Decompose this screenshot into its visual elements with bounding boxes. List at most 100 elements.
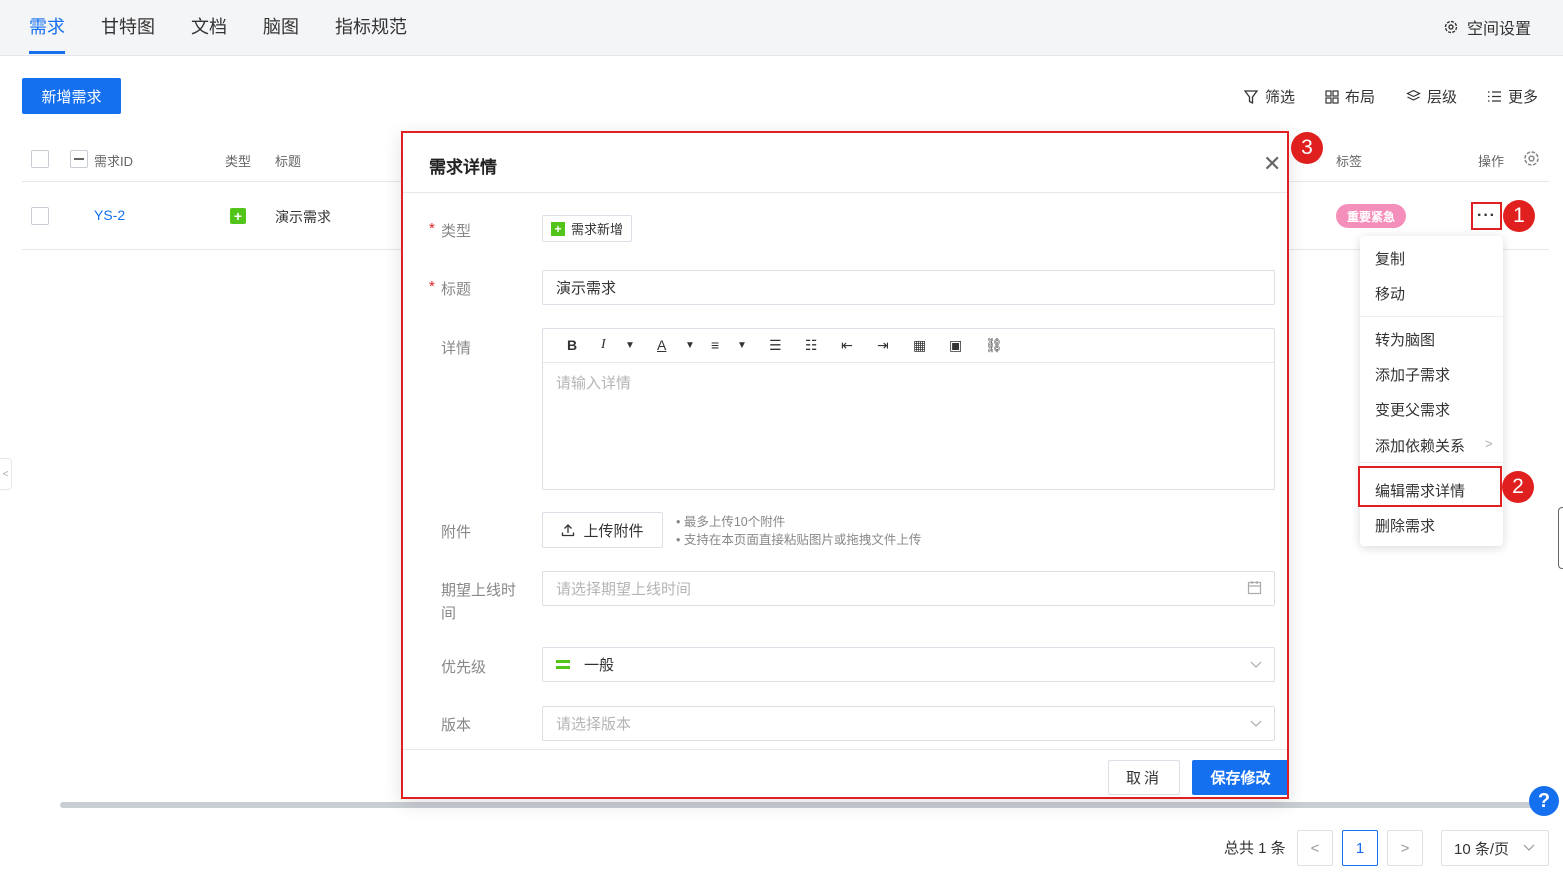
chevron-right-icon: >	[1485, 436, 1493, 451]
gear-icon	[1444, 20, 1458, 34]
priority-select[interactable]: 一般	[542, 647, 1275, 682]
type-value: 需求新增	[571, 222, 624, 237]
indent-icon[interactable]: ⇥	[877, 337, 889, 354]
expected-date-picker[interactable]: 请选择期望上线时间	[542, 571, 1275, 606]
tab-gantt[interactable]: 甘特图	[101, 13, 155, 39]
priority-label: 优先级	[441, 659, 487, 676]
upload-label: 上传附件	[583, 522, 644, 540]
chevron-down-icon	[1523, 844, 1535, 851]
align-icon[interactable]: ≡	[711, 337, 719, 353]
top-nav: 需求 甘特图 文档 脑图 指标规范 空间设置	[0, 0, 1563, 56]
version-label: 版本	[441, 717, 472, 734]
page-size-value: 10 条/页	[1454, 840, 1510, 858]
image-icon[interactable]: ▣	[949, 337, 962, 354]
row-more-dots-icon[interactable]: ···	[1471, 202, 1502, 230]
chevron-down-icon[interactable]: ▼	[625, 340, 635, 351]
italic-icon[interactable]: I	[601, 337, 606, 353]
row-checkbox[interactable]	[31, 207, 49, 225]
col-header-id: 需求ID	[94, 154, 134, 169]
table-icon[interactable]: ▦	[913, 337, 926, 354]
upload-hint-2: • 支持在本页面直接粘贴图片或拖拽文件上传	[676, 533, 922, 547]
save-button[interactable]: 保存修改	[1192, 760, 1287, 795]
menu-divider	[1360, 316, 1503, 317]
menu-item-change-parent[interactable]: 变更父需求	[1375, 399, 1450, 420]
chevron-down-icon[interactable]: ▼	[737, 340, 747, 351]
annotation-highlight-edit	[1358, 466, 1502, 507]
column-settings-gear-icon[interactable]	[1522, 149, 1541, 168]
font-color-icon[interactable]: A	[657, 337, 666, 353]
select-all-checkbox[interactable]	[31, 150, 49, 168]
page-number-button[interactable]: 1	[1342, 830, 1378, 866]
filter-button[interactable]: 筛选	[1243, 86, 1295, 107]
title-label: * 标题	[429, 278, 472, 298]
next-page-chevron-icon[interactable]: >	[1387, 830, 1423, 866]
modal-header-divider	[403, 192, 1287, 193]
type-select[interactable]: + 需求新增	[542, 215, 633, 242]
requirement-type-icon: +	[230, 208, 246, 224]
annotation-badge-3: 3	[1291, 132, 1323, 164]
page-size-select[interactable]: 10 条/页	[1441, 830, 1549, 866]
menu-divider	[1360, 462, 1503, 463]
tab-requirements[interactable]: 需求	[29, 13, 65, 39]
prev-page-chevron-icon[interactable]: <	[1297, 830, 1333, 866]
tab-mindmap[interactable]: 脑图	[263, 13, 299, 39]
pagination-total: 总共 1 条	[1224, 840, 1286, 857]
col-header-tags: 标签	[1336, 154, 1363, 169]
grid-icon	[1325, 89, 1339, 104]
menu-item-add-dependency[interactable]: 添加依赖关系	[1375, 435, 1465, 456]
bullet-list-icon[interactable]: ☰	[769, 337, 782, 354]
editor-toolbar: B I ▼ A ▼ ≡ ▼ ☰ ☷ ⇤ ⇥ ▦ ▣ ⛓	[543, 329, 1274, 363]
chevron-down-icon[interactable]: ▼	[685, 340, 695, 351]
menu-item-copy[interactable]: 复制	[1375, 248, 1405, 269]
requirement-detail-modal: 需求详情 ✕ * 类型 + 需求新增 * 标题 演示需求 详情 B I ▼ A ▼ …	[401, 131, 1289, 799]
list-icon	[1488, 91, 1501, 102]
date-label: 期望上线时间	[441, 582, 517, 622]
col-header-title: 标题	[275, 154, 302, 169]
modal-title: 需求详情	[429, 158, 497, 177]
requirement-title[interactable]: 演示需求	[275, 207, 331, 227]
close-icon[interactable]: ✕	[1263, 151, 1281, 177]
detail-placeholder: 请输入详情	[556, 375, 632, 392]
filter-label: 筛选	[1265, 89, 1296, 106]
upload-attachment-button[interactable]: 上传附件	[542, 512, 663, 548]
more-label: 更多	[1508, 89, 1539, 106]
horizontal-scrollbar[interactable]	[60, 802, 1536, 808]
cancel-button[interactable]: 取消	[1108, 760, 1180, 795]
annotation-badge-1: 1	[1503, 200, 1535, 232]
sidebar-expand-chevron-icon[interactable]: <	[0, 458, 12, 490]
tag-badge: 重要紧急	[1336, 204, 1406, 228]
menu-item-delete[interactable]: 删除需求	[1375, 515, 1435, 536]
active-tab-indicator	[29, 51, 65, 54]
level-button[interactable]: 层级	[1406, 86, 1457, 107]
layout-button[interactable]: 布局	[1325, 86, 1375, 107]
collapse-all-toggle[interactable]	[70, 150, 88, 168]
help-icon[interactable]: ?	[1529, 786, 1559, 816]
priority-normal-icon	[556, 660, 570, 669]
date-placeholder: 请选择期望上线时间	[556, 581, 692, 598]
new-requirement-button[interactable]: 新增需求	[22, 78, 121, 114]
outdent-icon[interactable]: ⇤	[841, 337, 853, 354]
menu-item-to-mindmap[interactable]: 转为脑图	[1375, 329, 1435, 350]
col-header-actions: 操作	[1478, 154, 1505, 169]
attach-label: 附件	[441, 524, 472, 541]
requirement-id-link[interactable]: YS-2	[94, 207, 125, 223]
menu-item-move[interactable]: 移动	[1375, 283, 1405, 304]
right-panel-handle[interactable]	[1558, 507, 1563, 569]
title-input[interactable]: 演示需求	[542, 270, 1275, 305]
ordered-list-icon[interactable]: ☷	[805, 337, 818, 354]
layers-icon	[1406, 89, 1421, 101]
chevron-down-icon	[1250, 661, 1262, 668]
tab-docs[interactable]: 文档	[191, 13, 227, 39]
upload-icon	[562, 524, 575, 537]
space-settings-button[interactable]: 空间设置	[1443, 15, 1531, 39]
menu-item-add-child[interactable]: 添加子需求	[1375, 364, 1450, 385]
tab-metrics[interactable]: 指标规范	[335, 13, 407, 39]
version-select[interactable]: 请选择版本	[542, 706, 1275, 741]
link-icon[interactable]: ⛓	[985, 337, 1003, 354]
type-label: * 类型	[429, 220, 472, 240]
row-context-menu: 复制 移动 转为脑图 添加子需求 变更父需求 添加依赖关系 > 编辑需求详情 删…	[1358, 236, 1503, 546]
more-button[interactable]: 更多	[1487, 86, 1538, 107]
detail-editor[interactable]: B I ▼ A ▼ ≡ ▼ ☰ ☷ ⇤ ⇥ ▦ ▣ ⛓ 请输入详情	[542, 328, 1275, 490]
bold-icon[interactable]: B	[567, 337, 577, 353]
annotation-badge-2: 2	[1502, 471, 1534, 503]
